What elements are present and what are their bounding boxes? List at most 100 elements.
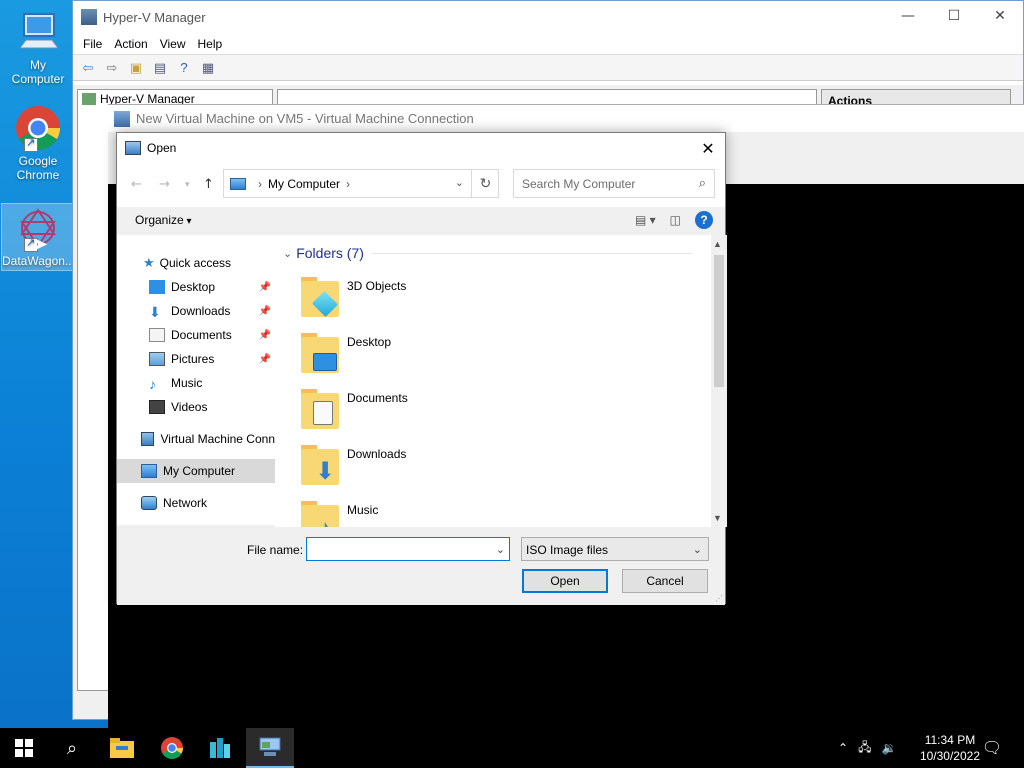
nav-my-computer[interactable]: My Computer (117, 459, 275, 483)
up-arrow-icon[interactable]: ↑ (203, 177, 214, 192)
folder-item-3d-objects[interactable]: 3D Objects (301, 277, 501, 325)
dialog-titlebar: Open (117, 133, 725, 163)
menu-help[interactable]: Help (192, 37, 229, 51)
search-icon: ⌕ (66, 737, 78, 758)
desktop-icon-label: Google Chrome (16, 154, 60, 182)
help-icon[interactable]: ? (173, 58, 195, 78)
computer-icon (230, 177, 246, 190)
open-button[interactable]: Open (522, 569, 608, 593)
filename-label: File name: (247, 543, 304, 557)
refresh-button[interactable]: ↻ (471, 169, 499, 198)
taskbar-hyperv-manager[interactable] (246, 728, 294, 768)
resize-grip-icon[interactable]: ⋰ (715, 594, 723, 603)
back-icon[interactable]: ⇦ (77, 58, 99, 78)
cancel-button[interactable]: Cancel (622, 569, 708, 593)
windows-logo-icon (15, 739, 33, 757)
preview-pane-icon[interactable]: ◫ (670, 213, 681, 227)
desktop-folder-icon (301, 333, 341, 373)
maximize-button[interactable]: ☐ (931, 1, 977, 31)
nav-downloads[interactable]: ⬇ Downloads 📌 (117, 299, 275, 323)
3d-objects-folder-icon (301, 277, 341, 318)
computer-icon (141, 464, 157, 478)
dialog-footer: File name: ⌄ ISO Image files ⌄ Open Canc… (117, 527, 725, 605)
chrome-icon (14, 104, 62, 152)
search-box[interactable]: Search My Computer ⌕ (513, 169, 715, 198)
nav-label: Virtual Machine Conn (160, 432, 275, 446)
address-bar[interactable]: › My Computer › ⌄ (223, 169, 499, 198)
pin-icon: 📌 (258, 353, 271, 365)
downloads-folder-icon: ⬇ (301, 445, 341, 485)
nav-network[interactable]: Network (117, 491, 275, 515)
minimize-button[interactable]: — (885, 1, 931, 31)
nav-pictures[interactable]: Pictures 📌 (117, 347, 275, 371)
nav-quick-access[interactable]: ★ Quick access (117, 251, 275, 275)
menu-view[interactable]: View (154, 37, 192, 51)
volume-icon[interactable]: 🔉 (881, 741, 896, 755)
computer-icon (14, 8, 62, 56)
filter-value: ISO Image files (526, 543, 609, 557)
filename-combobox[interactable]: ⌄ (306, 537, 510, 561)
nav-label: Quick access (159, 256, 232, 270)
recent-locations-icon[interactable]: ▾ (185, 180, 190, 190)
show-hidden-icons-icon[interactable]: ⌃ (838, 741, 848, 755)
folder-item-downloads[interactable]: ⬇ Downloads (301, 445, 501, 493)
scroll-up-icon[interactable]: ▲ (713, 239, 722, 249)
network-icon[interactable]: 🖧 (858, 738, 871, 759)
menu-action[interactable]: Action (108, 37, 153, 51)
taskbar-file-explorer[interactable] (98, 728, 146, 768)
organize-button[interactable]: Organize (135, 213, 192, 227)
network-icon (141, 496, 157, 510)
nav-desktop[interactable]: Desktop 📌 (117, 275, 275, 299)
forward-icon[interactable]: ⇨ (101, 58, 123, 78)
start-button[interactable] (0, 728, 48, 768)
group-divider (371, 252, 692, 254)
show-hide-action-pane-icon[interactable]: ▦ (197, 58, 219, 78)
nav-documents[interactable]: Documents 📌 (117, 323, 275, 347)
desktop-icon-my-computer[interactable]: My Computer (2, 8, 74, 86)
folder-label: Desktop (347, 335, 392, 349)
nav-music[interactable]: ♪ Music (117, 371, 275, 395)
folder-item-music[interactable]: ♪ Music (301, 501, 501, 527)
forward-arrow-icon[interactable]: → (159, 177, 170, 192)
chrome-icon (161, 737, 183, 759)
taskbar-chrome[interactable] (148, 728, 196, 768)
chevron-right-icon[interactable]: › (346, 177, 350, 191)
back-arrow-icon[interactable]: ← (131, 177, 142, 192)
menu-file[interactable]: File (77, 37, 108, 51)
scroll-down-icon[interactable]: ▼ (713, 513, 722, 523)
pin-icon: 📌 (258, 281, 271, 293)
folder-item-documents[interactable]: Documents (301, 389, 501, 437)
open-dialog: Open ✕ ← → ▾ ↑ › My Computer › ⌄ ↻ Searc… (116, 132, 727, 605)
music-icon: ♪ (149, 376, 156, 392)
dialog-title: Open (147, 141, 177, 155)
file-explorer-icon (110, 738, 134, 758)
chevron-down-icon[interactable]: ⌄ (496, 543, 505, 556)
action-center-button[interactable]: 🗨 (968, 728, 1016, 768)
nav-videos[interactable]: Videos (117, 395, 275, 419)
scrollbar-thumb[interactable] (714, 255, 724, 387)
filename-input[interactable] (307, 538, 487, 560)
up-folder-icon[interactable]: ▣ (125, 58, 147, 78)
show-hide-tree-icon[interactable]: ▤ (149, 58, 171, 78)
search-button[interactable]: ⌕ (48, 728, 96, 768)
vm-connection-icon (114, 110, 130, 127)
group-header-folders[interactable]: ⌄ Folders (7) (283, 245, 692, 261)
change-view-icon[interactable]: ▤ ▾ (635, 213, 656, 227)
chevron-down-icon[interactable]: ⌄ (455, 176, 464, 189)
taskbar: ⌕ ⌃ 🖧 🔉 11:34 PM 10/30/2022 🗨 (0, 728, 1024, 768)
vertical-scrollbar[interactable]: ▲ ▼ (711, 235, 727, 527)
desktop-icon-chrome[interactable]: Google Chrome (2, 104, 74, 182)
dialog-close-button[interactable]: ✕ (697, 137, 719, 159)
folder-label: Downloads (347, 447, 407, 461)
pictures-icon (149, 352, 165, 366)
video-icon (149, 400, 165, 414)
nav-label: Downloads (171, 304, 231, 318)
nav-virtual-machine-connection[interactable]: Virtual Machine Conn (117, 427, 275, 451)
close-button[interactable]: ✕ (977, 1, 1023, 31)
help-icon[interactable]: ? (695, 211, 713, 229)
view-buttons: ▤ ▾ ◫ ? (635, 211, 713, 229)
nav-label: Documents (171, 328, 232, 342)
file-type-filter[interactable]: ISO Image files ⌄ (521, 537, 709, 561)
folder-item-desktop[interactable]: Desktop (301, 333, 501, 381)
taskbar-server-manager[interactable] (196, 728, 244, 768)
